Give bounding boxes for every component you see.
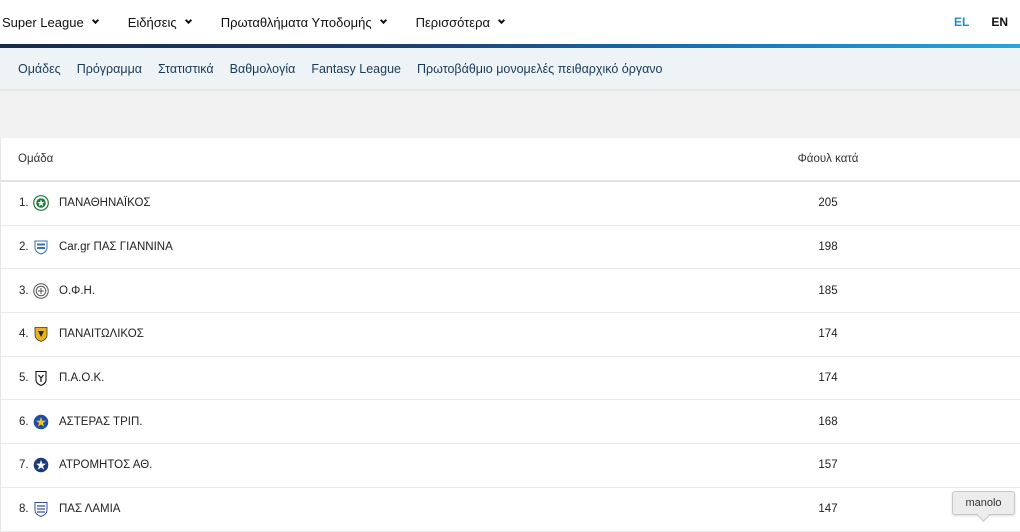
fouls-value: 185 [818,284,838,297]
chevron-down-icon [497,16,506,25]
team-name[interactable]: ΠΑΣ ΛΑΜΙΑ [59,503,120,515]
team-name[interactable]: Car.gr ΠΑΣ ΓΙΑΝΝΙΝΑ [59,241,173,253]
team-cell: 7. ΑΤΡΟΜΗΤΟΣ ΑΘ. [1,457,728,473]
team-name[interactable]: ΠΑΝΑΘΗΝΑΪΚΟΣ [59,197,151,209]
menu-more[interactable]: Περισσότερα [415,14,506,30]
lang-el-link[interactable]: EL [954,15,969,29]
fouls-value: 168 [818,415,838,428]
fouls-value: 198 [818,241,838,254]
table-row[interactable]: 1. ΠΑΝΑΘΗΝΑΪΚΟΣ 205 [1,182,1020,226]
team-name[interactable]: Π.Α.Ο.Κ. [59,372,104,384]
tooltip-text: manolo [965,497,1002,509]
user-tooltip: manolo [952,491,1015,515]
menu-more-label: Περισσότερα [415,14,491,30]
lang-en-link[interactable]: EN [991,15,1008,29]
rank: 6. [19,415,29,428]
fouls-value: 174 [818,372,838,385]
chevron-down-icon [379,16,387,25]
subnav-teams[interactable]: Ομάδες [18,62,61,76]
table-row[interactable]: 3. Ο.Φ.Η. 185 [1,269,1020,314]
fouls-value: 157 [818,459,838,472]
subnav-standings[interactable]: Βαθμολογία [230,62,296,76]
team-cell: 1. ΠΑΝΑΘΗΝΑΪΚΟΣ [1,195,728,212]
panathinaikos-badge-icon [33,195,49,212]
team-cell: 4. ΠΑΝΑΙΤΩΛΙΚΟΣ [1,326,728,343]
team-cell: 8. ΠΑΣ ΛΑΜΙΑ [1,501,728,518]
language-switcher: EL EN [932,0,1008,44]
rank: 7. [19,459,29,472]
rank: 8. [19,503,29,516]
column-header-fouls-against[interactable]: Φάουλ κατά [728,153,928,165]
paok-badge-icon [35,371,47,387]
rank: 3. [19,284,29,297]
fouls-value: 174 [818,328,838,341]
team-cell: 3. Ο.Φ.Η. [1,283,728,299]
team-name[interactable]: ΑΤΡΟΜΗΤΟΣ ΑΘ. [59,459,152,471]
fouls-value: 205 [818,197,838,210]
column-header-team[interactable]: Ομάδα [1,153,728,165]
table-row[interactable]: 7. ΑΤΡΟΜΗΤΟΣ ΑΘ. 157 [1,444,1020,488]
subnav-schedule[interactable]: Πρόγραμμα [77,62,142,76]
chevron-down-icon [184,16,192,25]
fouls-against-table: Ομάδα Φάουλ κατά 1. ΠΑΝΑΘΗΝΑΪΚΟΣ 205 2. … [0,138,1020,532]
menu-super-league-label: Super League [2,14,84,30]
pas-giannina-badge-icon [34,240,48,255]
table-row[interactable]: 5. Π.Α.Ο.Κ. 174 [1,357,1020,401]
atromitos-badge-icon [33,458,49,473]
table-row[interactable]: 2. Car.gr ΠΑΣ ΓΙΑΝΝΙΝΑ 198 [1,226,1020,270]
team-cell: 2. Car.gr ΠΑΣ ΓΙΑΝΝΙΝΑ [1,239,728,255]
rank: 5. [19,372,29,385]
table-header: Ομάδα Φάουλ κατά [1,138,1020,182]
sub-navigation: Ομάδες Πρόγραμμα Στατιστικά Βαθμολογία F… [0,48,1020,90]
chevron-down-icon [91,16,99,25]
top-navigation-bar: Super League Ειδήσεις Πρωταθλήματα Υποδο… [0,0,1020,44]
subnav-fantasy-league[interactable]: Fantasy League [311,62,401,76]
rank: 4. [19,328,29,341]
menu-news[interactable]: Ειδήσεις [127,14,192,30]
team-name[interactable]: ΠΑΝΑΙΤΩΛΙΚΟΣ [59,328,144,340]
rank: 1. [19,197,29,210]
fouls-value: 147 [818,503,838,516]
team-cell: 5. Π.Α.Ο.Κ. [1,370,728,387]
team-cell: 6. ΑΣΤΕΡΑΣ ΤΡΙΠ. [1,414,728,430]
asteras-badge-icon [33,414,49,430]
menu-youth-leagues-label: Πρωταθλήματα Υποδομής [220,14,372,30]
panetolikos-badge-icon [34,327,48,343]
table-row[interactable]: 4. ΠΑΝΑΙΤΩΛΙΚΟΣ 174 [1,313,1020,357]
content-spacer [0,90,1020,138]
table-row[interactable]: 6. ΑΣΤΕΡΑΣ ΤΡΙΠ. 168 [1,400,1020,445]
team-name[interactable]: ΑΣΤΕΡΑΣ ΤΡΙΠ. [59,416,142,428]
main-menu: Super League Ειδήσεις Πρωταθλήματα Υποδο… [0,0,534,44]
team-name[interactable]: Ο.Φ.Η. [59,285,95,297]
rank: 2. [19,241,29,254]
menu-news-label: Ειδήσεις [127,14,177,30]
menu-super-league[interactable]: Super League [2,14,99,30]
ofi-badge-icon [33,283,49,299]
menu-youth-leagues[interactable]: Πρωταθλήματα Υποδομής [220,14,387,30]
table-row[interactable]: 8. ΠΑΣ ΛΑΜΙΑ 147 [1,488,1020,532]
subnav-statistics[interactable]: Στατιστικά [158,62,214,76]
lamia-badge-icon [34,502,48,518]
subnav-disciplinary-body[interactable]: Πρωτοβάθμιο μονομελές πειθαρχικό όργανο [417,62,663,76]
